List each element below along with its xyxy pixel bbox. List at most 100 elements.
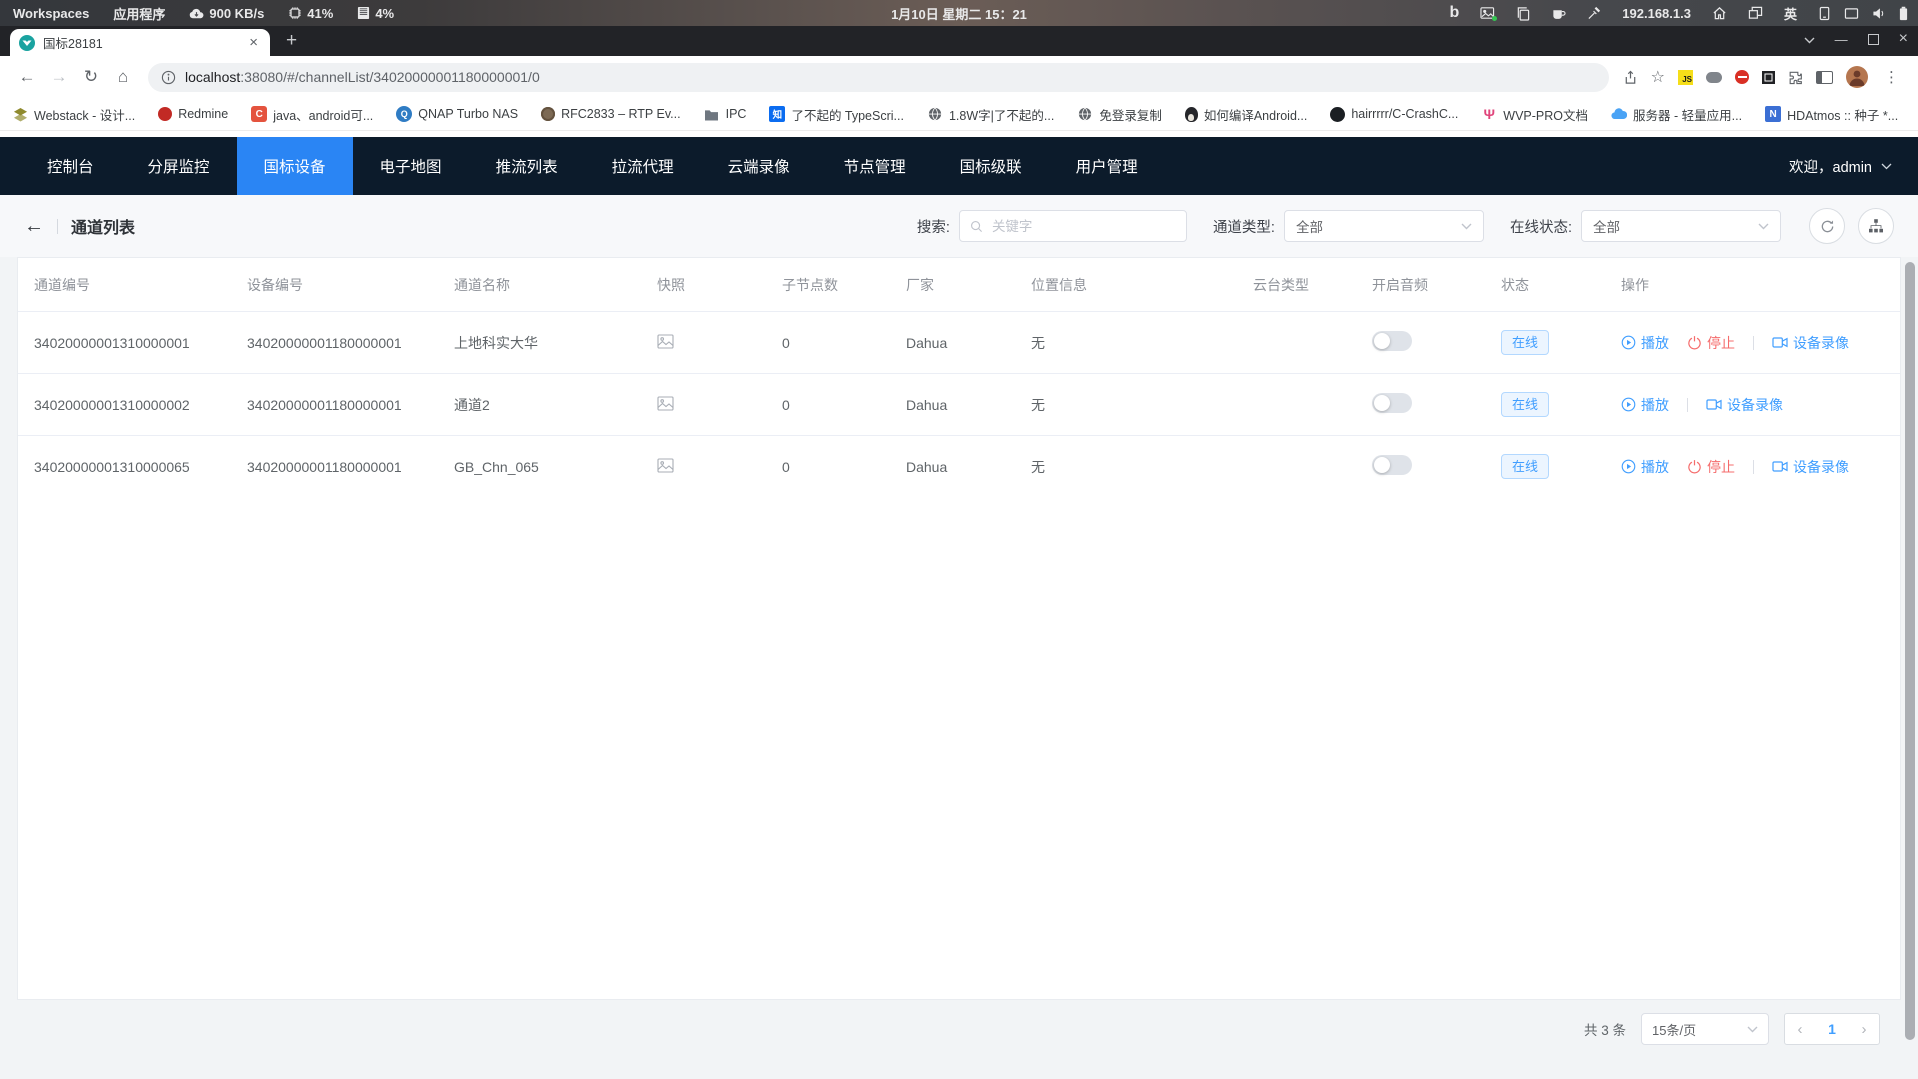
nav-item-pull-proxy[interactable]: 拉流代理: [585, 137, 701, 195]
extension-dark-icon[interactable]: [1762, 71, 1775, 84]
app-nav-bar: 控制台 分屏监控 国标设备 电子地图 推流列表 拉流代理 云端录像 节点管理 国…: [0, 137, 1918, 195]
reload-button[interactable]: ↻: [76, 62, 106, 92]
bookmark-wvp-docs[interactable]: Ψ WVP-PRO文档: [1481, 105, 1588, 124]
nav-item-user-manage[interactable]: 用户管理: [1049, 137, 1165, 195]
cpu-indicator[interactable]: 41%: [288, 6, 333, 21]
forward-button[interactable]: →: [44, 62, 74, 92]
home-button[interactable]: ⌂: [108, 62, 138, 92]
stop-button[interactable]: 停止: [1687, 333, 1735, 353]
nav-item-console[interactable]: 控制台: [20, 137, 121, 195]
bookmark-java-android[interactable]: C java、android可...: [251, 105, 373, 124]
audio-toggle[interactable]: [1372, 393, 1412, 413]
device-record-button[interactable]: 设备录像: [1706, 395, 1783, 415]
play-button[interactable]: 播放: [1621, 395, 1669, 415]
device-record-button[interactable]: 设备录像: [1772, 333, 1849, 353]
display-tray-icon[interactable]: [1844, 7, 1859, 20]
bookmark-redmine[interactable]: Redmine: [158, 107, 228, 121]
extensions-puzzle-icon[interactable]: [1788, 70, 1803, 85]
user-menu[interactable]: 欢迎，admin: [1789, 137, 1892, 195]
extension-js-icon[interactable]: JS: [1678, 70, 1693, 85]
nav-item-push-list[interactable]: 推流列表: [469, 137, 585, 195]
bookmark-copy-free[interactable]: 免登录复制: [1077, 105, 1162, 124]
globe-icon: [927, 106, 943, 122]
nav-item-split-monitor[interactable]: 分屏监控: [121, 137, 237, 195]
col-snapshot: 快照: [641, 275, 766, 295]
picker-tray-icon[interactable]: [1587, 6, 1601, 20]
chevron-down-icon: [1747, 1026, 1758, 1033]
browser-tab[interactable]: 国标28181 ×: [10, 29, 270, 56]
prev-page-button[interactable]: ‹: [1785, 1021, 1815, 1038]
nav-item-node-manage[interactable]: 节点管理: [817, 137, 933, 195]
audio-toggle[interactable]: [1372, 331, 1412, 351]
profile-avatar[interactable]: [1846, 66, 1868, 88]
share-icon[interactable]: [1623, 70, 1638, 85]
cell-channel-id: 34020000001310000001: [18, 335, 231, 351]
bookmark-ipc-folder[interactable]: IPC: [704, 106, 747, 122]
snapshot-thumbnail[interactable]: [657, 458, 674, 473]
search-text-field[interactable]: [990, 218, 1176, 235]
bing-tray-icon[interactable]: b: [1450, 7, 1460, 19]
window-maximize-button[interactable]: [1868, 34, 1879, 45]
nav-item-gb-cascade[interactable]: 国标级联: [933, 137, 1049, 195]
extension-mask-icon[interactable]: [1706, 72, 1722, 83]
back-button[interactable]: ←: [12, 62, 42, 92]
browser-toolbar: ← → ↻ ⌂ localhost:38080/#/channelList/34…: [0, 56, 1918, 98]
volume-tray-icon[interactable]: [1872, 7, 1886, 20]
scrollbar-thumb[interactable]: [1905, 262, 1915, 1040]
snapshot-thumbnail[interactable]: [657, 396, 674, 411]
workspaces-button[interactable]: Workspaces: [13, 6, 89, 21]
screenshot-tray-icon[interactable]: [1480, 6, 1495, 20]
page-info-icon[interactable]: [161, 70, 176, 85]
search-input[interactable]: [959, 210, 1187, 242]
stop-button[interactable]: 停止: [1687, 457, 1735, 477]
bookmark-rfc2833[interactable]: RFC2833 – RTP Ev...: [541, 107, 681, 121]
browser-menu-icon[interactable]: ⋮: [1881, 68, 1902, 86]
play-button[interactable]: 播放: [1621, 457, 1669, 477]
page-size-select[interactable]: 15条/页: [1641, 1013, 1769, 1045]
nav-item-e-map[interactable]: 电子地图: [353, 137, 469, 195]
bookmark-hdatmos[interactable]: N HDAtmos :: 种子 *...: [1765, 105, 1898, 124]
next-page-button[interactable]: ›: [1849, 1021, 1879, 1038]
bookmark-cloud-server[interactable]: 服务器 - 轻量应用...: [1611, 105, 1742, 124]
online-state-select[interactable]: 全部: [1581, 210, 1781, 242]
page-back-button[interactable]: ←: [24, 216, 44, 236]
clipboard-tray-icon[interactable]: [1516, 6, 1530, 21]
address-bar[interactable]: localhost:38080/#/channelList/3402000000…: [148, 63, 1609, 92]
cell-channel-id: 34020000001310000065: [18, 459, 231, 475]
play-button[interactable]: 播放: [1621, 333, 1669, 353]
net-speed-indicator[interactable]: 900 KB/s: [189, 6, 264, 21]
applications-button[interactable]: 应用程序: [113, 4, 165, 23]
side-panel-icon[interactable]: [1816, 71, 1833, 84]
channel-type-select[interactable]: 全部: [1284, 210, 1484, 242]
device-record-button[interactable]: 设备录像: [1772, 457, 1849, 477]
window-minimize-button[interactable]: —: [1835, 32, 1848, 47]
new-tab-button[interactable]: +: [286, 30, 297, 52]
nav-item-cloud-record[interactable]: 云端录像: [701, 137, 817, 195]
bookmark-typescript-zhihu[interactable]: 知 了不起的 TypeScri...: [769, 105, 904, 124]
bookmark-qnap[interactable]: Q QNAP Turbo NAS: [396, 106, 518, 122]
memory-indicator[interactable]: 4%: [357, 6, 394, 21]
bookmark-18w-article[interactable]: 1.8W字|了不起的...: [927, 105, 1054, 124]
coffee-tray-icon[interactable]: [1551, 6, 1566, 20]
cell-channel-id: 34020000001310000002: [18, 397, 231, 413]
page-number-1[interactable]: 1: [1815, 1021, 1849, 1037]
bookmark-star-icon[interactable]: ☆: [1651, 67, 1665, 87]
bookmark-github-crashc[interactable]: hairrrrr/C-CrashC...: [1330, 107, 1458, 122]
tab-search-icon[interactable]: [1804, 32, 1815, 47]
ip-address-indicator[interactable]: 192.168.1.3: [1622, 6, 1691, 21]
tablet-tray-icon[interactable]: [1818, 6, 1831, 21]
input-method-indicator[interactable]: 英: [1784, 4, 1797, 23]
bookmark-webstack[interactable]: Webstack - 设计...: [12, 105, 135, 124]
home-tray-icon[interactable]: [1712, 6, 1727, 20]
extension-blocker-icon[interactable]: [1735, 70, 1749, 84]
nav-item-gb-devices[interactable]: 国标设备: [237, 137, 353, 195]
window-close-button[interactable]: ×: [1899, 30, 1908, 48]
refresh-button[interactable]: [1809, 208, 1845, 244]
tab-close-icon[interactable]: ×: [246, 34, 261, 51]
battery-tray-icon[interactable]: [1899, 6, 1908, 21]
bookmark-android-build[interactable]: 如何编译Android...: [1185, 105, 1308, 124]
snapshot-thumbnail[interactable]: [657, 334, 674, 349]
device-tree-button[interactable]: [1858, 208, 1894, 244]
windows-tray-icon[interactable]: [1748, 6, 1763, 20]
audio-toggle[interactable]: [1372, 455, 1412, 475]
